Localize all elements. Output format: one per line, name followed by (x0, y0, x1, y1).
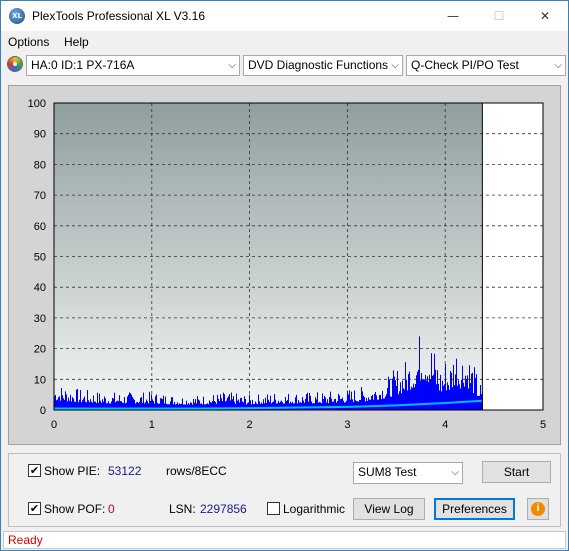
y-tick-label: 80 (34, 159, 46, 171)
menu-help[interactable]: Help (64, 35, 89, 49)
lsn-value: 2297856 (200, 502, 247, 516)
view-log-button[interactable]: View Log (353, 498, 425, 520)
menu-options[interactable]: Options (8, 35, 49, 49)
y-tick-label: 100 (28, 98, 46, 110)
plot-area (54, 103, 483, 410)
y-tick-label: 30 (34, 313, 46, 325)
disc-icon (7, 56, 23, 72)
y-tick-label: 50 (34, 252, 46, 264)
y-tick-label: 40 (34, 282, 46, 294)
status-text: Ready (8, 533, 43, 547)
maximize-button[interactable]: ☐ (476, 1, 522, 31)
function-select-value: DVD Diagnostic Functions (248, 58, 389, 72)
info-button[interactable]: i (527, 498, 549, 520)
y-tick-label: 10 (34, 374, 46, 386)
pie-unit: rows/8ECC (166, 464, 227, 478)
y-tick-label: 70 (34, 190, 46, 202)
test-type-select-value: Q-Check PI/PO Test (411, 58, 519, 72)
show-pie-checkbox[interactable]: ✔ (28, 464, 41, 477)
drive-select[interactable]: HA:0 ID:1 PX-716A ⌵ (26, 55, 240, 76)
status-bar: Ready (3, 531, 566, 549)
pof-value: 0 (108, 502, 115, 516)
y-tick-label: 90 (34, 129, 46, 141)
y-tick-label: 0 (40, 405, 46, 417)
title-bar: XL PlexTools Professional XL V3.16 — ☐ ✕ (1, 1, 568, 31)
x-tick-label: 3 (344, 419, 350, 431)
x-tick-label: 4 (442, 419, 448, 431)
pie-chart: 0 10 20 30 40 50 60 70 80 90 100 0 1 2 3 4 5 (28, 98, 546, 431)
x-tick-label: 5 (540, 419, 546, 431)
test-type-select[interactable]: Q-Check PI/PO Test ⌵ (406, 55, 566, 76)
show-pof-checkbox[interactable]: ✔ (28, 502, 41, 515)
info-icon: i (531, 502, 545, 516)
chevron-down-icon: ⌵ (391, 60, 399, 71)
window-title: PlexTools Professional XL V3.16 (32, 9, 205, 23)
preferences-button[interactable]: Preferences (434, 498, 515, 520)
menu-bar: Options Help (1, 32, 568, 52)
chevron-down-icon: ⌵ (228, 60, 236, 71)
sum-test-select[interactable]: SUM8 Test ⌵ (353, 462, 463, 484)
chevron-down-icon: ⌵ (554, 60, 562, 71)
app-logo-icon: XL (9, 8, 25, 24)
logarithmic-label: Logarithmic (283, 502, 346, 516)
show-pof-label: Show POF: (44, 502, 106, 516)
app-window: XL PlexTools Professional XL V3.16 — ☐ ✕… (0, 0, 569, 551)
pie-value: 53122 (108, 464, 142, 478)
drive-select-value: HA:0 ID:1 PX-716A (31, 58, 135, 72)
y-tick-label: 20 (34, 344, 46, 356)
lsn-label: LSN: (169, 502, 196, 516)
minimize-button[interactable]: — (430, 1, 476, 31)
sum-test-select-value: SUM8 Test (358, 465, 417, 479)
y-tick-label: 60 (34, 221, 46, 233)
x-tick-label: 2 (247, 419, 253, 431)
logarithmic-checkbox[interactable] (267, 502, 280, 515)
function-select[interactable]: DVD Diagnostic Functions ⌵ (243, 55, 403, 76)
start-button[interactable]: Start (482, 461, 551, 483)
show-pie-label: Show PIE: (44, 464, 101, 478)
pie-chart-frame: 0 10 20 30 40 50 60 70 80 90 100 0 1 2 3 4 5 (8, 85, 561, 445)
chevron-down-icon: ⌵ (451, 467, 459, 478)
x-tick-label: 0 (51, 419, 57, 431)
close-button[interactable]: ✕ (522, 1, 568, 31)
x-tick-label: 1 (149, 419, 155, 431)
